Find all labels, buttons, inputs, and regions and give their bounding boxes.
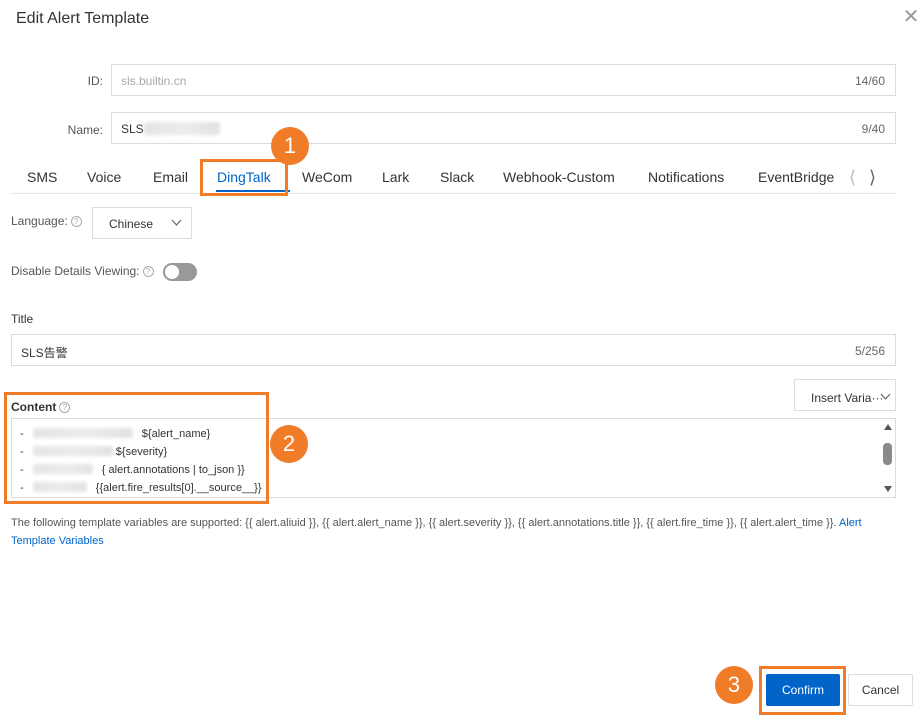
tab-voice[interactable]: Voice <box>87 169 121 185</box>
scrollbar-thumb[interactable] <box>883 443 892 465</box>
language-value: Chinese <box>109 217 154 231</box>
name-label: Name: <box>67 123 103 137</box>
toggle-knob <box>165 265 179 279</box>
id-char-count: 14/60 <box>854 74 885 88</box>
tab-wecom[interactable]: WeCom <box>302 169 352 185</box>
content-line: - ${severity} <box>20 446 168 458</box>
scroll-up-icon[interactable] <box>884 424 892 430</box>
tab-slack[interactable]: Slack <box>440 169 474 185</box>
tab-email[interactable]: Email <box>153 169 188 185</box>
language-label: Language: <box>11 214 68 228</box>
details-label-row: Disable Details Viewing:? <box>11 264 154 278</box>
title-label: Title <box>11 312 34 326</box>
content-line: - { alert.annotations | to_json }} <box>20 464 245 476</box>
cancel-button[interactable]: Cancel <box>848 674 913 706</box>
annotation-badge-1: 1 <box>271 127 309 165</box>
chevron-down-icon <box>171 219 182 226</box>
title-char-count: 5/256 <box>854 344 885 358</box>
editor-scrollbar[interactable] <box>883 421 893 495</box>
template-variables-hint: The following template variables are sup… <box>11 514 896 550</box>
scroll-down-icon[interactable] <box>884 486 892 492</box>
chevron-down-icon <box>880 393 891 400</box>
tab-lark[interactable]: Lark <box>382 169 409 185</box>
tab-sms[interactable]: SMS <box>27 169 57 185</box>
tab-webhook-custom[interactable]: Webhook-Custom <box>503 169 615 185</box>
content-label-row: Content? <box>11 400 71 414</box>
content-label: Content <box>11 400 57 414</box>
close-icon[interactable]: ✕ <box>902 7 920 27</box>
help-icon[interactable]: ? <box>142 266 154 278</box>
name-value: SLS <box>121 122 144 136</box>
tab-eventbridge[interactable]: EventBridge <box>758 169 834 185</box>
content-editor[interactable]: - ${alert_name} - ${severity} - { alert.… <box>11 418 896 498</box>
active-tab-underline <box>216 190 290 192</box>
confirm-button[interactable]: Confirm <box>766 674 840 706</box>
chevron-left-icon[interactable]: ⟨ <box>849 167 856 188</box>
annotation-badge-2: 2 <box>270 425 308 463</box>
name-field[interactable]: SLS 9/40 <box>111 112 896 144</box>
language-label-row: Language:? <box>11 214 82 228</box>
tab-notifications[interactable]: Notifications <box>648 169 724 185</box>
annotation-badge-3: 3 <box>715 666 753 704</box>
content-line: - {{alert.fire_results[0].__source__}} <box>20 482 262 494</box>
title-input[interactable]: SLS告警 5/256 <box>11 334 896 366</box>
id-value: sls.builtin.cn <box>121 74 187 88</box>
tab-dingtalk[interactable]: DingTalk <box>217 169 271 185</box>
details-label: Disable Details Viewing: <box>11 264 140 278</box>
id-field[interactable]: sls.builtin.cn 14/60 <box>111 64 896 96</box>
name-char-count: 9/40 <box>861 122 885 136</box>
redacted-name <box>144 122 220 135</box>
channel-tabs: SMS Voice Email DingTalk WeCom Lark Slac… <box>11 160 896 194</box>
id-label: ID: <box>87 74 103 88</box>
title-value: SLS告警 <box>21 346 68 360</box>
help-icon[interactable]: ? <box>70 216 82 228</box>
edit-alert-template-dialog: Edit Alert Template ✕ ID: sls.builtin.cn… <box>0 0 922 716</box>
insert-variable-select[interactable]: Insert Varia··· <box>794 379 896 411</box>
insert-variable-label: Insert Varia··· <box>811 391 884 405</box>
dialog-title: Edit Alert Template <box>16 10 150 27</box>
language-select[interactable]: Chinese <box>92 207 192 239</box>
content-line: - ${alert_name} <box>20 428 211 440</box>
help-icon[interactable]: ? <box>59 402 71 414</box>
hint-text: The following template variables are sup… <box>11 517 837 529</box>
chevron-right-icon[interactable]: ⟩ <box>869 167 876 188</box>
disable-details-toggle[interactable] <box>163 263 197 281</box>
